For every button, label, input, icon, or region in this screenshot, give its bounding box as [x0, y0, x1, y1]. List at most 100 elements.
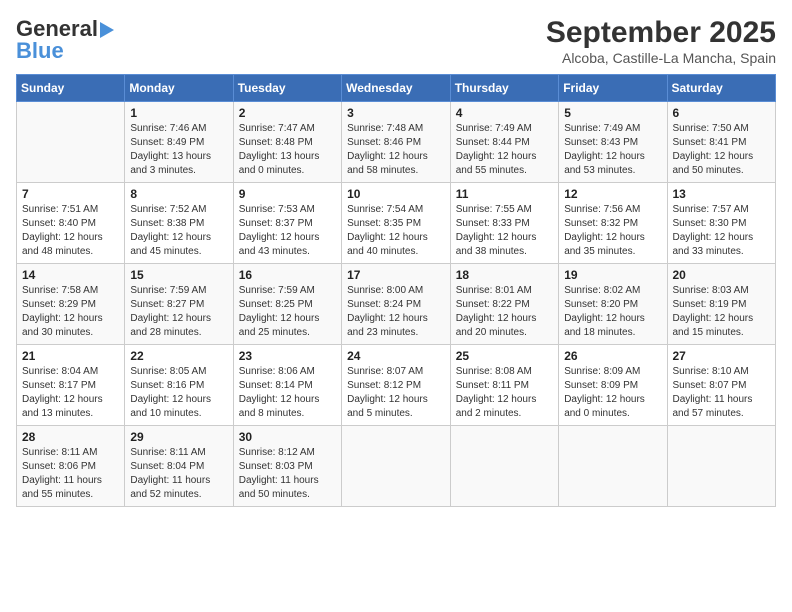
day-info: Sunrise: 8:07 AM Sunset: 8:12 PM Dayligh… — [347, 365, 445, 421]
day-number: 27 — [673, 349, 771, 363]
calendar-cell — [17, 102, 125, 183]
calendar-cell: 2 Sunrise: 7:47 AM Sunset: 8:48 PM Daylig… — [233, 102, 341, 183]
day-info: Sunrise: 7:49 AM Sunset: 8:43 PM Dayligh… — [564, 122, 661, 178]
day-info: Sunrise: 7:55 AM Sunset: 8:33 PM Dayligh… — [456, 203, 553, 259]
calendar-cell: 16 Sunrise: 7:59 AM Sunset: 8:25 PM Dayli… — [233, 264, 341, 345]
calendar-week-row: 14 Sunrise: 7:58 AM Sunset: 8:29 PM Dayli… — [17, 264, 776, 345]
calendar-cell: 23 Sunrise: 8:06 AM Sunset: 8:14 PM Dayli… — [233, 345, 341, 426]
day-number: 2 — [239, 106, 336, 120]
calendar-week-row: 21 Sunrise: 8:04 AM Sunset: 8:17 PM Dayli… — [17, 345, 776, 426]
calendar-cell: 1 Sunrise: 7:46 AM Sunset: 8:49 PM Daylig… — [125, 102, 233, 183]
calendar-cell: 26 Sunrise: 8:09 AM Sunset: 8:09 PM Dayli… — [559, 345, 667, 426]
calendar-cell: 8Sunrise: 7:52 AM Sunset: 8:38 PM Daylig… — [125, 183, 233, 264]
calendar-cell: 20 Sunrise: 8:03 AM Sunset: 8:19 PM Dayli… — [667, 264, 776, 345]
day-number: 9 — [239, 187, 336, 201]
calendar-cell — [342, 426, 451, 507]
calendar-cell: 14 Sunrise: 7:58 AM Sunset: 8:29 PM Dayli… — [17, 264, 125, 345]
day-number: 4 — [456, 106, 553, 120]
day-info: Sunrise: 8:00 AM Sunset: 8:24 PM Dayligh… — [347, 284, 445, 340]
day-info: Sunrise: 8:06 AM Sunset: 8:14 PM Dayligh… — [239, 365, 336, 421]
logo-arrow-icon — [100, 22, 114, 38]
day-number: 7 — [22, 187, 119, 201]
day-info: Sunrise: 7:56 AM Sunset: 8:32 PM Dayligh… — [564, 203, 661, 259]
column-header-monday: Monday — [125, 75, 233, 102]
calendar-cell — [450, 426, 558, 507]
calendar-cell: 22Sunrise: 8:05 AM Sunset: 8:16 PM Dayli… — [125, 345, 233, 426]
day-number: 22 — [130, 349, 227, 363]
day-info: Sunrise: 8:01 AM Sunset: 8:22 PM Dayligh… — [456, 284, 553, 340]
calendar-cell — [559, 426, 667, 507]
calendar-cell: 27 Sunrise: 8:10 AM Sunset: 8:07 PM Dayli… — [667, 345, 776, 426]
calendar-cell: 25 Sunrise: 8:08 AM Sunset: 8:11 PM Dayli… — [450, 345, 558, 426]
calendar-cell: 28 Sunrise: 8:11 AM Sunset: 8:06 PM Dayli… — [17, 426, 125, 507]
logo: General Blue — [16, 16, 114, 64]
column-header-saturday: Saturday — [667, 75, 776, 102]
day-info: Sunrise: 7:59 AM Sunset: 8:25 PM Dayligh… — [239, 284, 336, 340]
day-info: Sunrise: 8:11 AM Sunset: 8:04 PM Dayligh… — [130, 446, 227, 502]
day-info: Sunrise: 7:46 AM Sunset: 8:49 PM Dayligh… — [130, 122, 227, 178]
calendar-cell: 13Sunrise: 7:57 AM Sunset: 8:30 PM Dayli… — [667, 183, 776, 264]
calendar-week-row: 7 Sunrise: 7:51 AM Sunset: 8:40 PM Daylig… — [17, 183, 776, 264]
title-block: September 2025 Alcoba, Castille-La Manch… — [546, 16, 776, 66]
day-info: Sunrise: 8:09 AM Sunset: 8:09 PM Dayligh… — [564, 365, 661, 421]
day-info: Sunrise: 7:50 AM Sunset: 8:41 PM Dayligh… — [673, 122, 771, 178]
day-number: 20 — [673, 268, 771, 282]
column-header-sunday: Sunday — [17, 75, 125, 102]
day-number: 17 — [347, 268, 445, 282]
day-info: Sunrise: 8:11 AM Sunset: 8:06 PM Dayligh… — [22, 446, 119, 502]
calendar-cell: 30 Sunrise: 8:12 AM Sunset: 8:03 PM Dayli… — [233, 426, 341, 507]
day-info: Sunrise: 7:52 AM Sunset: 8:38 PM Dayligh… — [130, 203, 227, 259]
column-header-friday: Friday — [559, 75, 667, 102]
column-header-tuesday: Tuesday — [233, 75, 341, 102]
day-number: 30 — [239, 430, 336, 444]
calendar-cell: 15Sunrise: 7:59 AM Sunset: 8:27 PM Dayli… — [125, 264, 233, 345]
day-number: 25 — [456, 349, 553, 363]
day-number: 1 — [130, 106, 227, 120]
day-number: 16 — [239, 268, 336, 282]
day-info: Sunrise: 8:12 AM Sunset: 8:03 PM Dayligh… — [239, 446, 336, 502]
day-number: 26 — [564, 349, 661, 363]
day-number: 28 — [22, 430, 119, 444]
calendar-cell: 24Sunrise: 8:07 AM Sunset: 8:12 PM Dayli… — [342, 345, 451, 426]
page-title: September 2025 — [546, 16, 776, 50]
day-number: 21 — [22, 349, 119, 363]
day-number: 29 — [130, 430, 227, 444]
day-info: Sunrise: 8:03 AM Sunset: 8:19 PM Dayligh… — [673, 284, 771, 340]
day-info: Sunrise: 8:04 AM Sunset: 8:17 PM Dayligh… — [22, 365, 119, 421]
day-number: 18 — [456, 268, 553, 282]
calendar-cell: 10Sunrise: 7:54 AM Sunset: 8:35 PM Dayli… — [342, 183, 451, 264]
day-info: Sunrise: 7:47 AM Sunset: 8:48 PM Dayligh… — [239, 122, 336, 178]
day-number: 5 — [564, 106, 661, 120]
page-subtitle: Alcoba, Castille-La Mancha, Spain — [546, 50, 776, 66]
calendar-cell: 29 Sunrise: 8:11 AM Sunset: 8:04 PM Dayli… — [125, 426, 233, 507]
day-number: 14 — [22, 268, 119, 282]
calendar-cell: 18 Sunrise: 8:01 AM Sunset: 8:22 PM Dayli… — [450, 264, 558, 345]
calendar-header-row: SundayMondayTuesdayWednesdayThursdayFrid… — [17, 75, 776, 102]
day-info: Sunrise: 8:10 AM Sunset: 8:07 PM Dayligh… — [673, 365, 771, 421]
page-header: General Blue September 2025 Alcoba, Cast… — [16, 16, 776, 66]
day-number: 11 — [456, 187, 553, 201]
day-number: 12 — [564, 187, 661, 201]
calendar-cell: 5 Sunrise: 7:49 AM Sunset: 8:43 PM Daylig… — [559, 102, 667, 183]
calendar-cell — [667, 426, 776, 507]
calendar-cell: 7 Sunrise: 7:51 AM Sunset: 8:40 PM Daylig… — [17, 183, 125, 264]
day-info: Sunrise: 7:57 AM Sunset: 8:30 PM Dayligh… — [673, 203, 771, 259]
calendar-cell: 9 Sunrise: 7:53 AM Sunset: 8:37 PM Daylig… — [233, 183, 341, 264]
day-info: Sunrise: 7:51 AM Sunset: 8:40 PM Dayligh… — [22, 203, 119, 259]
calendar-week-row: 1 Sunrise: 7:46 AM Sunset: 8:49 PM Daylig… — [17, 102, 776, 183]
day-info: Sunrise: 8:02 AM Sunset: 8:20 PM Dayligh… — [564, 284, 661, 340]
calendar-cell: 4 Sunrise: 7:49 AM Sunset: 8:44 PM Daylig… — [450, 102, 558, 183]
day-info: Sunrise: 7:54 AM Sunset: 8:35 PM Dayligh… — [347, 203, 445, 259]
day-info: Sunrise: 7:53 AM Sunset: 8:37 PM Dayligh… — [239, 203, 336, 259]
calendar-table: SundayMondayTuesdayWednesdayThursdayFrid… — [16, 74, 776, 507]
day-number: 23 — [239, 349, 336, 363]
calendar-cell: 19Sunrise: 8:02 AM Sunset: 8:20 PM Dayli… — [559, 264, 667, 345]
day-number: 15 — [130, 268, 227, 282]
day-info: Sunrise: 7:58 AM Sunset: 8:29 PM Dayligh… — [22, 284, 119, 340]
calendar-cell: 21 Sunrise: 8:04 AM Sunset: 8:17 PM Dayli… — [17, 345, 125, 426]
day-info: Sunrise: 8:08 AM Sunset: 8:11 PM Dayligh… — [456, 365, 553, 421]
day-number: 6 — [673, 106, 771, 120]
day-info: Sunrise: 7:48 AM Sunset: 8:46 PM Dayligh… — [347, 122, 445, 178]
day-info: Sunrise: 7:49 AM Sunset: 8:44 PM Dayligh… — [456, 122, 553, 178]
logo-blue: Blue — [16, 38, 64, 64]
